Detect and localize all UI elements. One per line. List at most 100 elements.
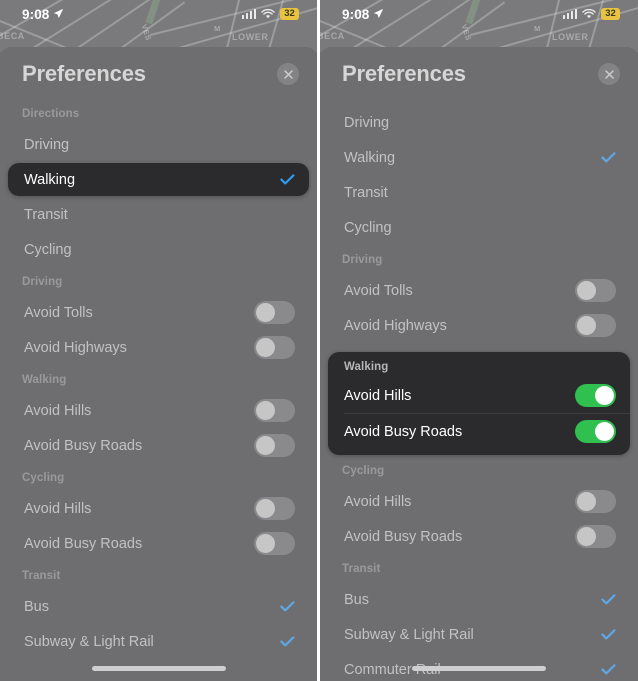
page-title: Preferences [342, 61, 466, 86]
preferences-scroll-content[interactable]: Preferences Driving Walking Transit Cycl… [320, 47, 638, 681]
section-header-walking: Walking [344, 361, 389, 373]
row-avoid-tolls[interactable]: Avoid Tolls [0, 295, 317, 330]
close-button[interactable] [598, 63, 620, 85]
row-walking-avoid-busy-roads[interactable]: Avoid Busy Roads [0, 428, 317, 463]
toggle-knob [577, 316, 596, 335]
location-arrow-icon [374, 8, 384, 18]
row-cycling-avoid-busy-roads[interactable]: Avoid Busy Roads [320, 519, 638, 554]
cellular-bars-icon [241, 9, 256, 19]
preferences-sheet: Preferences Directions Driving Walking T… [0, 47, 317, 681]
map-label: LOWER [552, 32, 589, 42]
row-label: Avoid Highways [344, 317, 447, 334]
row-label: Driving [344, 114, 390, 131]
section-cycling: Avoid Hills Avoid Busy Roads [0, 491, 317, 561]
row-walking[interactable]: Walking [8, 163, 309, 196]
row-avoid-highways[interactable]: Avoid Highways [0, 330, 317, 365]
battery-indicator: 32 [280, 8, 299, 20]
toggle-avoid-tolls[interactable] [575, 279, 616, 302]
row-label: Cycling [344, 219, 392, 236]
section-directions: Driving Walking Transit Cycling [0, 127, 317, 267]
status-bar-right: 32 [241, 8, 299, 20]
row-walking-avoid-hills[interactable]: Avoid Hills [0, 393, 317, 428]
map-label: BECA [0, 31, 25, 41]
status-bar-left: 9:08 [22, 7, 64, 22]
row-walking-avoid-hills[interactable]: Avoid Hills [328, 378, 630, 413]
row-cycling[interactable]: Cycling [0, 232, 317, 267]
section-walking-highlighted[interactable]: Walking Avoid Hills Avoid Busy Roads [328, 352, 630, 455]
cellular-bars-icon [562, 9, 577, 19]
row-label: Avoid Busy Roads [24, 437, 143, 454]
toggle-avoid-highways[interactable] [254, 336, 295, 359]
row-subway-light-rail[interactable]: Subway & Light Rail [320, 617, 638, 652]
row-subway-light-rail[interactable]: Subway & Light Rail [0, 624, 317, 659]
row-driving[interactable]: Driving [320, 105, 638, 140]
toggle-walking-avoid-hills[interactable] [254, 399, 295, 422]
section-header-transit: Transit [22, 570, 61, 582]
row-bus[interactable]: Bus [320, 582, 638, 617]
row-label: Subway & Light Rail [24, 633, 154, 650]
row-label: Avoid Busy Roads [344, 528, 463, 545]
row-label: Avoid Hills [24, 402, 92, 419]
screenshot-stage: BECA LOWER M VES 9:08 32 Preferences Dir… [0, 0, 638, 681]
section-header-walking: Walking [22, 374, 67, 386]
toggle-walking-avoid-busy-roads[interactable] [575, 420, 616, 443]
row-label: Driving [24, 136, 70, 153]
toggle-knob [256, 534, 275, 553]
row-label: Transit [344, 184, 388, 201]
row-avoid-tolls[interactable]: Avoid Tolls [320, 273, 638, 308]
section-header-directions: Directions [22, 108, 80, 120]
row-walking-avoid-busy-roads[interactable]: Avoid Busy Roads [328, 414, 630, 449]
panel-divider [317, 0, 320, 681]
map-label: BECA [320, 31, 345, 41]
toggle-knob [577, 527, 596, 546]
toggle-cycling-avoid-hills[interactable] [575, 490, 616, 513]
close-icon [283, 69, 293, 79]
toggle-knob [256, 436, 275, 455]
close-button[interactable] [277, 63, 299, 85]
section-header-driving: Driving [342, 254, 383, 266]
row-bus[interactable]: Bus [0, 589, 317, 624]
section-header-driving: Driving [22, 276, 63, 288]
section-header-cycling: Cycling [342, 465, 385, 477]
row-label: Avoid Hills [344, 493, 412, 510]
checkmark-icon [280, 601, 295, 612]
checkmark-icon [601, 594, 616, 605]
preferences-scroll-content[interactable]: Preferences Directions Driving Walking T… [0, 47, 317, 659]
toggle-cycling-avoid-hills[interactable] [254, 497, 295, 520]
row-avoid-highways[interactable]: Avoid Highways [320, 308, 638, 343]
toggle-cycling-avoid-busy-roads[interactable] [254, 532, 295, 555]
sheet-header: Preferences [320, 47, 638, 99]
status-bar-left: 9:08 [342, 7, 384, 22]
toggle-cycling-avoid-busy-roads[interactable] [575, 525, 616, 548]
row-label: Avoid Hills [24, 500, 92, 517]
row-transit[interactable]: Transit [320, 175, 638, 210]
row-driving[interactable]: Driving [0, 127, 317, 162]
toggle-walking-avoid-busy-roads[interactable] [254, 434, 295, 457]
row-cycling-avoid-busy-roads[interactable]: Avoid Busy Roads [0, 526, 317, 561]
row-label: Subway & Light Rail [344, 626, 474, 643]
status-bar-right: 32 [562, 8, 620, 20]
toggle-avoid-highways[interactable] [575, 314, 616, 337]
row-walking-selected[interactable]: Walking [8, 163, 309, 196]
map-label: LOWER [232, 32, 269, 42]
row-label: Avoid Tolls [344, 282, 413, 299]
row-transit[interactable]: Transit [0, 197, 317, 232]
toggle-knob [595, 422, 614, 441]
section-walking: Avoid Hills Avoid Busy Roads [0, 393, 317, 463]
toggle-walking-avoid-hills[interactable] [575, 384, 616, 407]
left-screenshot-panel: BECA LOWER M VES 9:08 32 Preferences Dir… [0, 0, 317, 681]
close-icon [604, 69, 614, 79]
wifi-icon [261, 8, 275, 18]
battery-indicator: 32 [601, 8, 620, 20]
row-label: Cycling [24, 241, 72, 258]
toggle-avoid-tolls[interactable] [254, 301, 295, 324]
row-label: Transit [24, 206, 68, 223]
row-cycling-avoid-hills[interactable]: Avoid Hills [320, 484, 638, 519]
status-bar: 9:08 32 [0, 0, 317, 28]
row-label: Avoid Busy Roads [344, 423, 463, 440]
row-cycling-avoid-hills[interactable]: Avoid Hills [0, 491, 317, 526]
checkmark-icon [601, 629, 616, 640]
section-header-transit: Transit [342, 563, 381, 575]
row-cycling[interactable]: Cycling [320, 210, 638, 245]
row-walking[interactable]: Walking [320, 140, 638, 175]
